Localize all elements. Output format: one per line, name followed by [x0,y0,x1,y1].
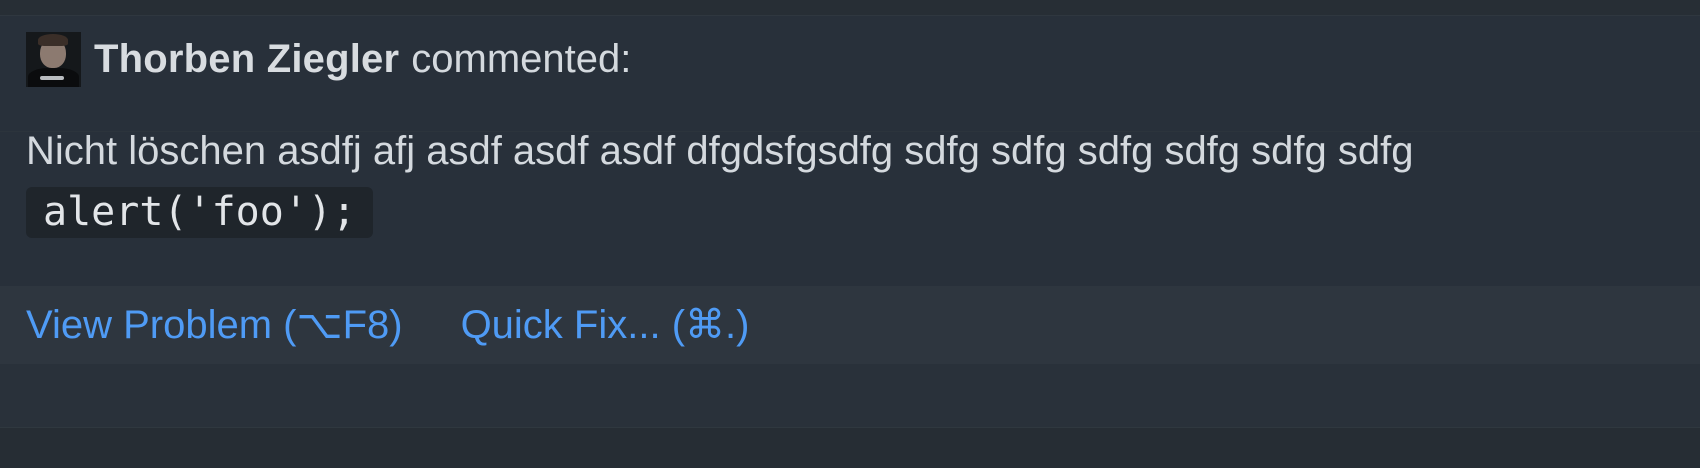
avatar [26,31,81,87]
comment-body: Nicht löschen asdfj afj asdf asdf asdf d… [26,129,1414,173]
comment-verb: commented: [411,36,632,81]
inline-code-snippet: alert('foo'); [26,187,374,238]
comment-header: Thorben Ziegler commented: [26,31,631,87]
bottom-strip [0,428,1700,468]
view-problem-link[interactable]: View Problem (⌥F8) [26,302,403,348]
quick-fix-link[interactable]: Quick Fix... (⌘.) [461,302,750,348]
comment-author: Thorben Ziegler [94,36,400,81]
avatar-logo [40,75,64,80]
hover-actions-bar: View Problem (⌥F8) Quick Fix... (⌘.) [0,286,1700,364]
bottom-area [0,364,1700,427]
comment-hover-widget: Thorben Ziegler commented: Nicht löschen… [0,0,1700,468]
avatar-hair [38,33,68,46]
